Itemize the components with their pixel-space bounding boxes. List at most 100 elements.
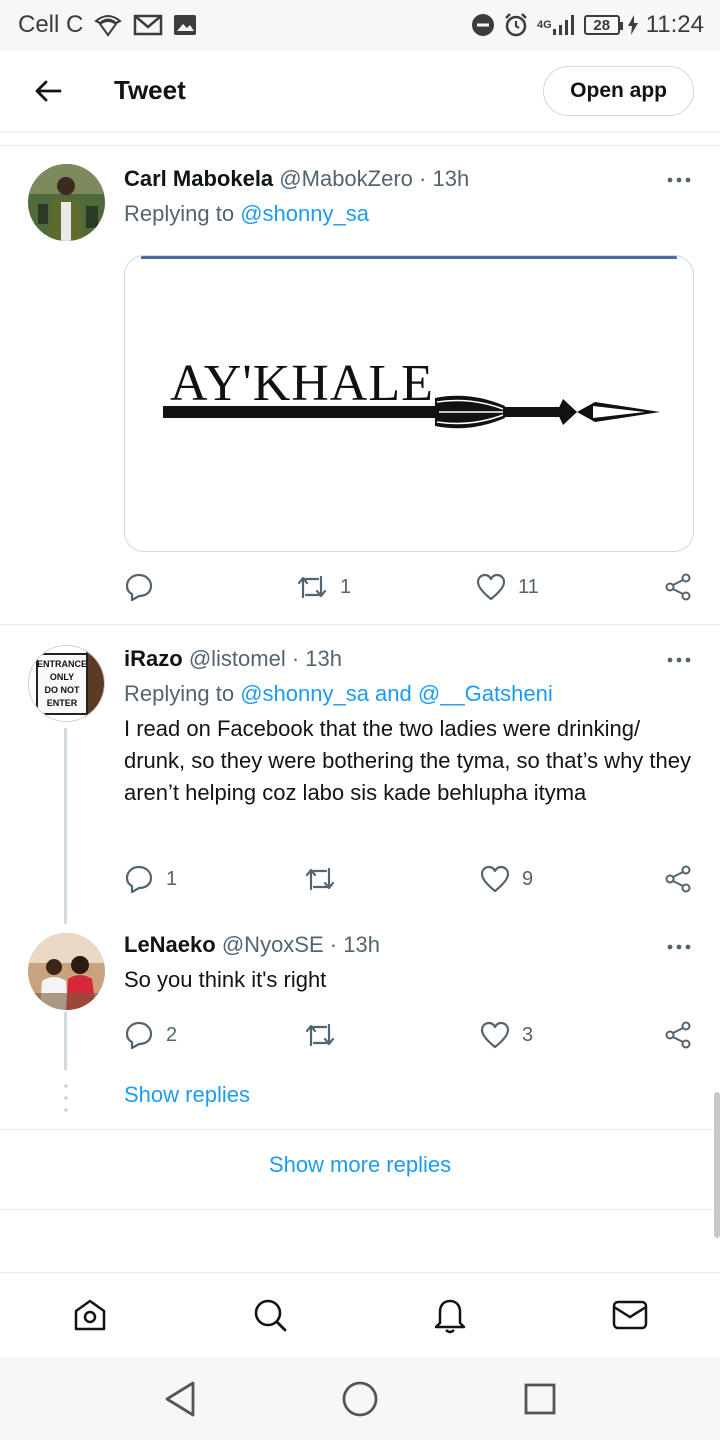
more-icon — [667, 657, 691, 663]
retweet-icon — [305, 1023, 335, 1047]
tweet-carl[interactable]: Carl Mabokela @MabokZero · 13h Replying … — [0, 145, 720, 623]
circle-home-icon — [342, 1381, 378, 1417]
retweet-count: 1 — [340, 575, 352, 598]
tweet-time: · 13h — [291, 646, 342, 671]
like-count: 11 — [518, 575, 539, 598]
tweet-irazo[interactable]: ENTRANCE ONLY DO NOT ENTER iRazo @listom… — [0, 625, 720, 915]
share-button[interactable] — [664, 569, 692, 605]
avatar[interactable]: ENTRANCE ONLY DO NOT ENTER — [28, 645, 105, 722]
page-title: Tweet — [114, 75, 186, 105]
thread-line — [64, 1012, 67, 1070]
nav-notifications[interactable] — [428, 1293, 472, 1337]
mention-link[interactable]: @shonny_sa — [240, 201, 369, 226]
notifications-icon — [434, 1299, 466, 1334]
avatar-sign-line: ONLY — [49, 672, 75, 682]
alarm-icon — [503, 12, 529, 38]
author-name[interactable]: LeNaeko — [124, 932, 216, 957]
author-name[interactable]: Carl Mabokela — [124, 166, 273, 191]
replying-prefix: Replying to — [124, 201, 235, 226]
square-recents-icon — [524, 1383, 556, 1415]
share-icon — [665, 1021, 691, 1049]
retweet-button[interactable]: 1 — [296, 569, 351, 605]
spear-icon — [163, 395, 660, 429]
avatar[interactable] — [28, 164, 105, 241]
heart-icon — [476, 573, 506, 601]
tweet-header: LeNaeko @NyoxSE · 13h — [124, 930, 694, 960]
charging-icon — [627, 15, 638, 35]
author-handle[interactable]: @listomel — [189, 646, 286, 671]
network-type-label: 4G — [537, 19, 552, 31]
tweet-body: Carl Mabokela @MabokZero · 13h Replying … — [124, 164, 694, 229]
open-app-button[interactable]: Open app — [543, 65, 694, 116]
back-button[interactable] — [22, 65, 74, 117]
retweet-icon — [297, 575, 327, 599]
like-count: 9 — [522, 867, 534, 890]
like-count: 3 — [522, 1023, 534, 1046]
reply-button[interactable]: 2 — [124, 1017, 177, 1053]
avatar-sign: ENTRANCE ONLY DO NOT ENTER — [37, 658, 87, 710]
system-navigation-bar — [0, 1357, 720, 1440]
avatar[interactable] — [28, 933, 105, 1010]
author-name[interactable]: iRazo — [124, 646, 183, 671]
tweet-time: · 13h — [419, 166, 470, 191]
reply-icon — [125, 865, 153, 894]
carrier-logo-icon — [93, 13, 123, 37]
reply-button[interactable] — [124, 569, 166, 605]
show-replies-link[interactable]: Show replies — [124, 1082, 250, 1108]
divider — [0, 1209, 720, 1210]
more-options-button[interactable] — [664, 932, 694, 962]
more-options-button[interactable] — [664, 645, 694, 675]
retweet-icon — [305, 867, 335, 891]
tweet-header: Carl Mabokela @MabokZero · 13h — [124, 164, 694, 194]
nav-search[interactable] — [248, 1293, 292, 1337]
reply-button[interactable]: 1 — [124, 861, 177, 897]
thread-line — [64, 728, 67, 924]
author-handle[interactable]: @MabokZero — [279, 166, 413, 191]
tweet-actions: 1 11 — [124, 569, 694, 605]
system-home-button[interactable] — [338, 1377, 382, 1421]
replying-prefix: Replying to — [124, 681, 235, 706]
avatar-sign-line: DO NOT — [44, 685, 80, 695]
scrollbar[interactable] — [714, 1092, 720, 1238]
nav-messages[interactable] — [608, 1293, 652, 1337]
like-button[interactable]: 11 — [476, 569, 539, 605]
share-button[interactable] — [664, 861, 692, 897]
tweet-lenaeko[interactable]: LeNaeko @NyoxSE · 13h So you think it's … — [0, 915, 720, 1075]
avatar-sign-line: ENTRANCE — [37, 659, 88, 669]
retweet-button[interactable] — [304, 861, 348, 897]
replying-to: Replying to @shonny_sa — [124, 199, 694, 229]
system-recents-button[interactable] — [518, 1377, 562, 1421]
thread-dots — [64, 1084, 68, 1112]
signal-icon: 4G — [537, 14, 576, 36]
share-button[interactable] — [664, 1017, 692, 1053]
show-more-replies-link[interactable]: Show more replies — [0, 1152, 720, 1178]
home-icon — [74, 1299, 106, 1331]
retweet-button[interactable] — [304, 1017, 348, 1053]
share-icon — [665, 865, 691, 893]
tweet-actions: 1 9 — [124, 861, 694, 897]
nav-home[interactable] — [68, 1293, 112, 1337]
tweet-text: I read on Facebook that the two ladies w… — [124, 716, 692, 805]
more-icon — [667, 944, 691, 950]
divider — [0, 1129, 720, 1130]
reply-icon — [125, 1021, 153, 1050]
system-back-button[interactable] — [158, 1377, 202, 1421]
reply-icon — [125, 573, 153, 602]
messages-icon — [612, 1300, 648, 1330]
mention-link[interactable]: @shonny_sa and @__Gatsheni — [240, 681, 553, 706]
like-button[interactable]: 3 — [480, 1017, 533, 1053]
more-options-button[interactable] — [664, 165, 694, 195]
like-button[interactable]: 9 — [480, 861, 533, 897]
share-icon — [665, 573, 691, 601]
tweet-text: So you think it's right — [124, 967, 327, 992]
triangle-back-icon — [165, 1381, 195, 1417]
mail-notification-icon — [133, 14, 163, 36]
image-notification-icon — [173, 14, 197, 36]
tweet-image[interactable]: AY'KHALE — [124, 255, 694, 552]
arrow-left-icon — [35, 80, 62, 101]
battery-icon: 28 — [583, 15, 623, 35]
carrier-label: Cell C — [18, 11, 84, 38]
battery-level: 28 — [593, 16, 611, 34]
author-handle[interactable]: @NyoxSE — [222, 932, 324, 957]
clock: 11:24 — [645, 11, 704, 38]
